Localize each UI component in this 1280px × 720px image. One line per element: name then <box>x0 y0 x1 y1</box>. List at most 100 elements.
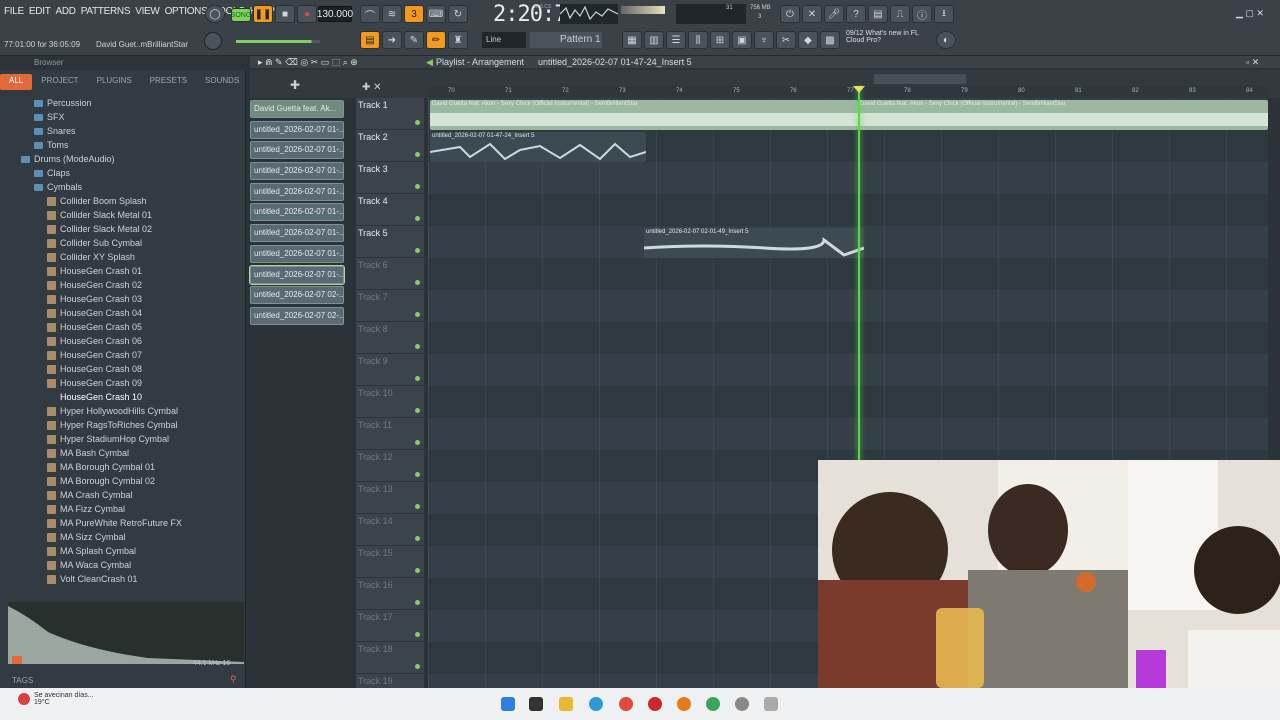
track-header[interactable]: Track 7 <box>356 290 424 322</box>
file-item[interactable]: Hyper RagsToRiches Cymbal <box>0 418 246 432</box>
audio-clip-track5[interactable]: untitled_2026-02-07 02-01-49_Insert 5 <box>644 228 864 258</box>
folder-item[interactable]: Percussion <box>0 96 246 110</box>
microphone-icon[interactable]: 🎤︎ <box>824 5 844 23</box>
file-item[interactable]: MA Borough Cymbal 02 <box>0 474 246 488</box>
panic-icon[interactable]: ⏻ <box>780 5 800 23</box>
track-mute-icon[interactable] <box>415 216 420 221</box>
picker-pattern[interactable]: untitled_2026-02-07 02-... <box>250 306 344 325</box>
track-header[interactable]: Track 16 <box>356 578 424 610</box>
weather-widget[interactable]: Se avecinan días... 19°C <box>34 692 94 706</box>
playlist-arrow-icon[interactable]: ➜ <box>382 31 402 49</box>
file-item[interactable]: MA Fizz Cymbal <box>0 502 246 516</box>
file-item[interactable]: MA Bash Cymbal <box>0 446 246 460</box>
track-mute-icon[interactable] <box>415 664 420 669</box>
picker-pattern[interactable]: untitled_2026-02-07 01-... <box>250 224 344 243</box>
track-mute-icon[interactable] <box>415 184 420 189</box>
menu-item-patterns[interactable]: PATTERNS <box>81 6 131 17</box>
menu-item-add[interactable]: ADD <box>56 6 77 17</box>
record-mode-icon[interactable]: ◯ <box>205 5 225 23</box>
track-header[interactable]: Track 15 <box>356 546 424 578</box>
tuner-icon[interactable]: ♆ <box>754 31 774 49</box>
browser-tab-project[interactable]: PROJECT <box>32 74 87 90</box>
picker-pattern[interactable]: untitled_2026-02-07 01-... <box>250 203 344 222</box>
file-item[interactable]: HouseGen Crash 09 <box>0 376 246 390</box>
playlist-window-controls[interactable]: ▫ ✕ <box>1246 56 1259 68</box>
help-icon[interactable]: ? <box>846 5 866 23</box>
presets-icon[interactable]: ▩ <box>820 31 840 49</box>
track-mute-icon[interactable] <box>415 408 420 413</box>
file-item[interactable]: Hyper StadiumHop Cymbal <box>0 432 246 446</box>
loop-record-icon[interactable]: ↻ <box>448 5 468 23</box>
playlist-play-icon[interactable]: ◀ <box>426 56 433 68</box>
file-item[interactable]: Collider Slack Metal 02 <box>0 222 246 236</box>
folder-item[interactable]: Drums (ModeAudio) <box>0 152 246 166</box>
file-item[interactable]: HouseGen Crash 04 <box>0 306 246 320</box>
horizontal-scrollbar[interactable] <box>874 74 966 84</box>
step-edit-icon[interactable]: ⌨ <box>426 5 446 23</box>
track-mute-icon[interactable] <box>415 152 420 157</box>
file-item[interactable]: MA Sizz Cymbal <box>0 530 246 544</box>
stop-button[interactable]: ■ <box>275 5 295 23</box>
picker-pattern[interactable]: untitled_2026-02-07 01-... <box>250 182 344 201</box>
browser-tab-all[interactable]: ALL <box>0 74 33 90</box>
track-header[interactable]: Track 3 <box>356 162 424 194</box>
weather-icon[interactable] <box>18 693 30 705</box>
browser-tab-plugins[interactable]: PLUGINS <box>88 74 141 90</box>
chrome-icon[interactable] <box>619 697 633 711</box>
browser-tab-presets[interactable]: PRESETS <box>141 74 196 90</box>
file-item[interactable]: MA Borough Cymbal 01 <box>0 460 246 474</box>
file-item[interactable]: HouseGen Crash 05 <box>0 320 246 334</box>
record-button[interactable]: ● <box>297 5 317 23</box>
track-mute-icon[interactable] <box>415 568 420 573</box>
song-mode-toggle[interactable]: SONG <box>231 8 251 22</box>
track-header[interactable]: Track 12 <box>356 450 424 482</box>
app-icon[interactable] <box>648 697 662 711</box>
misc-app-icon[interactable] <box>764 697 778 711</box>
file-item[interactable]: Collider XY Splash <box>0 250 246 264</box>
file-item[interactable]: HouseGen Crash 03 <box>0 292 246 306</box>
piano-roll-icon[interactable]: ▥ <box>644 31 664 49</box>
picker-pattern[interactable]: untitled_2026-02-07 01-... <box>250 162 344 181</box>
countdown-icon[interactable]: 3 <box>404 5 424 23</box>
track-mute-icon[interactable] <box>415 120 420 125</box>
menu-item-file[interactable]: FILE <box>4 6 24 17</box>
track-mute-icon[interactable] <box>415 344 420 349</box>
menu-item-edit[interactable]: EDIT <box>29 6 51 17</box>
picker-pattern[interactable]: untitled_2026-02-07 01-... <box>250 141 344 160</box>
browser-tab-sounds[interactable]: SOUNDS <box>196 74 248 90</box>
folder-item[interactable]: Claps <box>0 166 246 180</box>
draw-tool-icon[interactable]: ✎ <box>404 31 424 49</box>
file-item[interactable]: MA Splash Cymbal <box>0 544 246 558</box>
track-header[interactable]: Track 8 <box>356 322 424 354</box>
folder-item[interactable]: Toms <box>0 138 246 152</box>
track-header[interactable]: Track 5 <box>356 226 424 258</box>
save-icon[interactable]: ▤ <box>868 5 888 23</box>
menu-item-view[interactable]: VIEW <box>135 6 160 17</box>
pattern-selector[interactable]: Pattern 1 <box>530 32 602 48</box>
audio-clip-track1-b[interactable]: David Guetta feat. Akon - Sexy Chick (Of… <box>858 100 1268 130</box>
folder-item[interactable]: Cymbals <box>0 180 246 194</box>
tempo-display[interactable]: 130.000 <box>317 6 353 22</box>
folder-item[interactable]: Snares <box>0 124 246 138</box>
picker-pattern[interactable]: untitled_2026-02-07 02-... <box>250 286 344 305</box>
file-item[interactable]: HouseGen Crash 02 <box>0 278 246 292</box>
chrome-profile-icon[interactable] <box>706 697 720 711</box>
wait-input-icon[interactable]: ≋ <box>382 5 402 23</box>
settings-icon[interactable] <box>735 697 749 711</box>
playhead[interactable] <box>858 86 860 461</box>
channel-rack-icon[interactable]: ☰ <box>666 31 686 49</box>
file-item[interactable]: HouseGen Crash 07 <box>0 348 246 362</box>
track-header[interactable]: Track 2 <box>356 130 424 162</box>
play-button[interactable]: ❚❚ <box>253 5 273 23</box>
plugin-picker-icon[interactable]: ▣ <box>732 31 752 49</box>
track-header[interactable]: Track 6 <box>356 258 424 290</box>
picker-pattern[interactable]: untitled_2026-02-07 01-... <box>249 264 345 285</box>
track-mute-icon[interactable] <box>415 504 420 509</box>
audio-clip-track2[interactable]: untitled_2026-02-07 01-47-24_Insert 5 <box>430 132 646 162</box>
fl-studio-icon[interactable] <box>677 697 691 711</box>
tags-label[interactable]: TAGS <box>12 676 33 685</box>
track-header[interactable]: Track 14 <box>356 514 424 546</box>
file-item[interactable]: HouseGen Crash 01 <box>0 264 246 278</box>
picker-pattern[interactable]: untitled_2026-02-07 01-... <box>250 244 344 263</box>
track-header[interactable]: Track 11 <box>356 418 424 450</box>
